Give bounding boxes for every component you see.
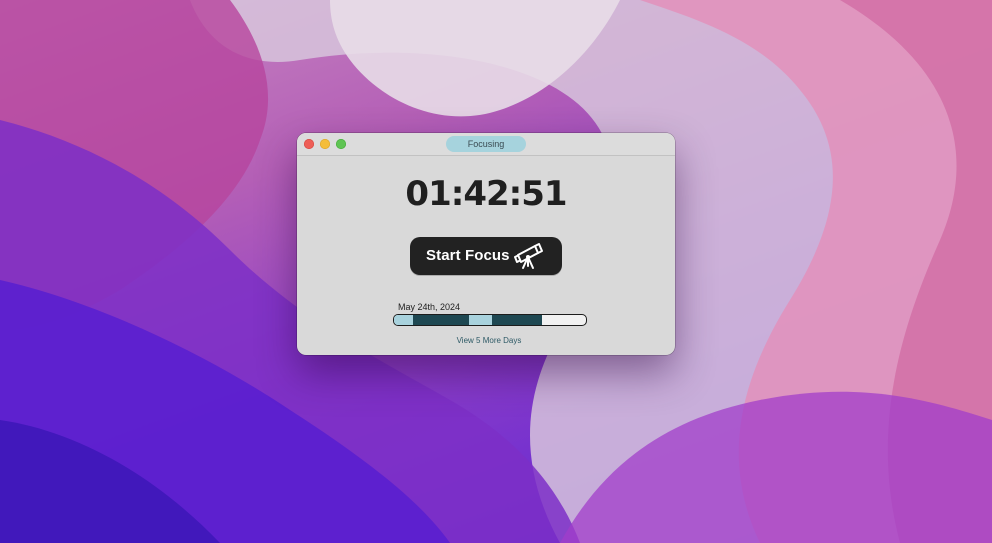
focus-timer: 01:42:51 [405, 174, 567, 214]
timeline-date: May 24th, 2024 [398, 302, 461, 312]
focus-timeline-bar [393, 314, 587, 326]
close-window-button[interactable] [304, 139, 314, 149]
window-title: Focusing [446, 136, 526, 152]
timeline-segment-dark [492, 315, 542, 325]
start-focus-label: Start Focus [426, 247, 510, 264]
telescope-icon [514, 243, 543, 269]
timeline-segment-light [394, 315, 413, 325]
zoom-window-button[interactable] [336, 139, 346, 149]
view-more-days-link[interactable]: View 5 More Days [297, 336, 675, 345]
timeline-segment-light [469, 315, 492, 325]
title-bar[interactable]: Focusing [297, 133, 675, 156]
minimize-window-button[interactable] [320, 139, 330, 149]
timeline-segment-dark [413, 315, 469, 325]
start-focus-button[interactable]: Start Focus [410, 237, 562, 275]
focus-window: Focusing 01:42:51 Start Focus May 24th, … [297, 133, 675, 355]
